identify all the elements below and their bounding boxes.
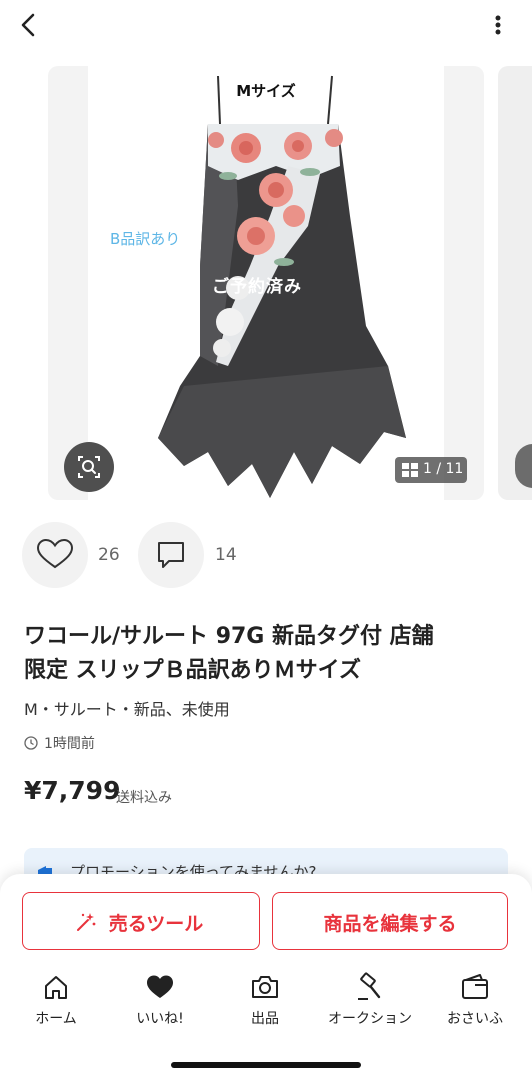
product-image[interactable]: Mサイズ B品訳あり ご予約済み bbox=[48, 66, 484, 500]
image-search-button[interactable] bbox=[64, 442, 114, 492]
heart-outline-icon bbox=[36, 538, 74, 569]
overlay-condition-text: B品訳あり bbox=[110, 230, 181, 248]
item-title-line-1: ワコール/サルート 97G 新品タグ付 店舗 bbox=[24, 624, 434, 649]
price: ¥7,799 bbox=[24, 776, 121, 805]
tab-sell-label: 出品 bbox=[251, 1011, 279, 1027]
edit-item-button[interactable]: 商品を編集する bbox=[272, 892, 508, 950]
like-button[interactable] bbox=[22, 522, 88, 588]
home-icon bbox=[45, 976, 67, 999]
heart-icon bbox=[147, 975, 173, 998]
posted-time-text: 1時間前 bbox=[44, 736, 95, 752]
tab-auction-label: オークション bbox=[328, 1011, 412, 1027]
more-button[interactable] bbox=[488, 12, 508, 40]
sell-tool-button[interactable]: 売るツール bbox=[22, 892, 260, 950]
engagement-actions: 26 14 bbox=[0, 522, 532, 590]
tab-home[interactable]: ホーム bbox=[6, 972, 106, 1032]
like-count: 26 bbox=[98, 545, 120, 565]
chevron-left-icon bbox=[21, 13, 35, 37]
tab-sell[interactable]: 出品 bbox=[215, 972, 315, 1032]
back-button[interactable] bbox=[14, 10, 44, 40]
clock-icon bbox=[24, 736, 38, 750]
comment-icon bbox=[158, 542, 184, 568]
item-attributes: M・サルート・新品、未使用 bbox=[24, 700, 230, 719]
image-counter-text: 1 / 11 bbox=[423, 461, 464, 477]
tab-likes[interactable]: いいね! bbox=[110, 972, 210, 1032]
top-bar bbox=[0, 0, 532, 52]
edit-item-label: 商品を編集する bbox=[323, 913, 457, 935]
tab-home-label: ホーム bbox=[35, 1011, 77, 1027]
image-search-icon bbox=[78, 456, 100, 478]
item-title: ワコール/サルート 97G 新品タグ付 店舗 限定 スリップＢ品訳ありＭサイズ bbox=[24, 620, 516, 688]
image-counter[interactable]: 1 / 11 bbox=[395, 457, 467, 483]
posted-time: 1時間前 bbox=[24, 732, 95, 754]
home-indicator bbox=[171, 1062, 361, 1068]
sell-tool-label: 売るツール bbox=[108, 913, 204, 935]
shipping-label: 送料込み bbox=[116, 790, 172, 806]
tab-wallet-label: おさいふ bbox=[447, 1011, 503, 1027]
tab-wallet[interactable]: おさいふ bbox=[425, 972, 525, 1032]
bottom-action-sheet: 売るツール 商品を編集する ホーム いいね! 出品 オークション おさいふ bbox=[0, 874, 532, 1080]
gavel-icon bbox=[358, 972, 381, 1000]
wallet-icon bbox=[462, 974, 488, 999]
vertical-dots-icon bbox=[495, 15, 501, 35]
item-title-line-2: 限定 スリップＢ品訳ありＭサイズ bbox=[24, 658, 362, 683]
tab-auction[interactable]: オークション bbox=[320, 972, 420, 1032]
next-image-preview[interactable] bbox=[498, 66, 532, 500]
comment-count: 14 bbox=[215, 545, 237, 565]
grid-icon bbox=[402, 463, 418, 477]
camera-icon bbox=[252, 976, 278, 998]
overlay-reserved-text: ご予約済み bbox=[212, 277, 302, 297]
overlay-size-text: Mサイズ bbox=[236, 82, 296, 100]
tab-likes-label: いいね! bbox=[136, 1011, 184, 1027]
comment-button[interactable] bbox=[138, 522, 204, 588]
image-carousel[interactable]: Mサイズ B品訳あり ご予約済み bbox=[0, 66, 532, 502]
